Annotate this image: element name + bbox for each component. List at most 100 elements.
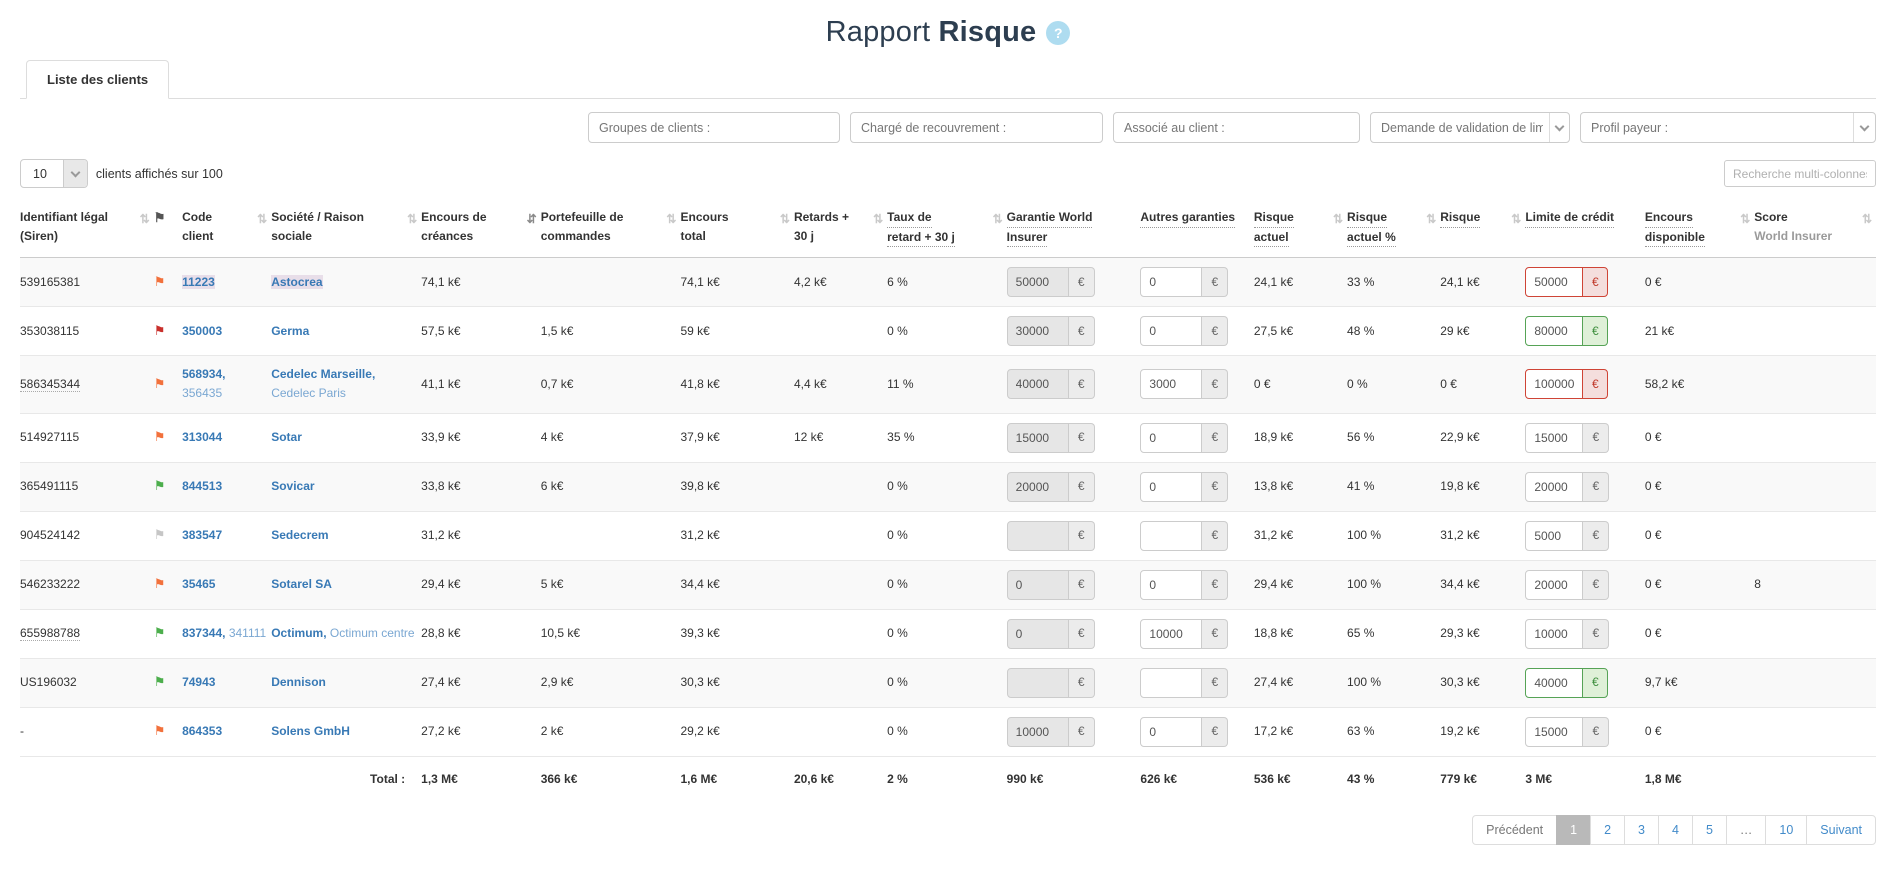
autres-garanties-input[interactable] <box>1140 267 1202 297</box>
limite-credit-input[interactable] <box>1525 316 1583 346</box>
column-header-company[interactable]: Société / Raisonsociale⇅ <box>271 202 421 258</box>
client-code-link[interactable]: 837344, <box>182 626 225 640</box>
cell-retards: 4,2 k€ <box>794 258 887 307</box>
company-link[interactable]: Cedelec Paris <box>271 386 346 400</box>
tab-bar: Liste des clients <box>20 59 1876 99</box>
company-link[interactable]: Solens GmbH <box>271 724 350 738</box>
filter-associe-au-client[interactable]: Associé au client : <box>1113 112 1360 143</box>
column-header-risque-actuel-pct[interactable]: Risqueactuel %⇅ <box>1347 202 1440 258</box>
client-code-link[interactable]: 313044 <box>182 430 222 444</box>
limite-credit-input[interactable] <box>1525 521 1583 551</box>
autres-garanties-input[interactable] <box>1140 423 1202 453</box>
client-code-link[interactable]: 341111 <box>229 626 266 640</box>
cell-retards <box>794 658 887 707</box>
company-link[interactable]: Octimum, <box>271 626 326 640</box>
pagination-previous[interactable]: Précédent <box>1472 815 1557 845</box>
limite-credit-input[interactable] <box>1525 570 1583 600</box>
limite-credit-input[interactable] <box>1525 619 1583 649</box>
client-code-link[interactable]: 568934, <box>182 367 225 381</box>
client-code-link[interactable]: 356435 <box>182 386 222 400</box>
cell-flag: ⚑ <box>154 658 182 707</box>
autres-garanties-input[interactable] <box>1140 316 1202 346</box>
company-link[interactable]: Cedelec Marseille, <box>271 367 375 381</box>
column-header-encours-creances[interactable]: Encours decréances⇵ <box>421 202 541 258</box>
company-link[interactable]: Sedecrem <box>271 528 328 542</box>
company-link[interactable]: Dennison <box>271 675 326 689</box>
sort-icon-portefeuille[interactable]: ⇅ <box>666 210 676 229</box>
pagination-page-2[interactable]: 2 <box>1590 815 1625 845</box>
filter-charge-de-recouvrement[interactable]: Chargé de recouvrement : <box>850 112 1103 143</box>
column-header-encours-total[interactable]: Encourstotal⇅ <box>680 202 793 258</box>
client-code-link[interactable]: 11223 <box>182 275 215 289</box>
sort-icon-encours-total[interactable]: ⇅ <box>780 210 790 229</box>
tab-liste-des-clients[interactable]: Liste des clients <box>26 60 169 99</box>
autres-garanties-input[interactable] <box>1140 369 1202 399</box>
column-header-portefeuille[interactable]: Portefeuille decommandes⇅ <box>541 202 681 258</box>
sort-icon-score[interactable]: ⇅ <box>1862 210 1872 229</box>
sort-icon-code[interactable]: ⇅ <box>257 210 267 229</box>
column-header-code[interactable]: Codeclient⇅ <box>182 202 271 258</box>
sort-icon-encours-disponible[interactable]: ⇅ <box>1740 210 1750 229</box>
limite-credit-input[interactable] <box>1525 668 1583 698</box>
pagination-next[interactable]: Suivant <box>1806 815 1876 845</box>
euro-suffix: € <box>1582 267 1608 297</box>
sort-icon-encours-creances[interactable]: ⇵ <box>527 210 537 229</box>
client-code-link[interactable]: 844513 <box>182 479 222 493</box>
company-link[interactable]: Astocrea <box>271 275 322 289</box>
limite-credit-input[interactable] <box>1525 267 1583 297</box>
help-icon[interactable]: ? <box>1046 21 1070 45</box>
filter-profil-payeur[interactable]: Profil payeur : <box>1580 112 1876 143</box>
limite-credit-input[interactable] <box>1525 472 1583 502</box>
limite-credit-input[interactable] <box>1525 369 1583 399</box>
company-link[interactable]: Sotar <box>271 430 302 444</box>
autres-garanties-input[interactable] <box>1140 668 1202 698</box>
limite-credit-input[interactable] <box>1525 423 1583 453</box>
page-size-select[interactable]: 10 <box>20 159 88 188</box>
total-label: Total : <box>20 756 421 802</box>
pagination-page-4[interactable]: 4 <box>1658 815 1693 845</box>
column-header-encours-disponible[interactable]: Encoursdisponible⇅ <box>1645 202 1754 258</box>
pagination-page-1[interactable]: 1 <box>1556 815 1591 845</box>
pagination-page-10[interactable]: 10 <box>1765 815 1807 845</box>
autres-garanties-input[interactable] <box>1140 472 1202 502</box>
sort-icon-risque[interactable]: ⇅ <box>1511 210 1521 229</box>
client-code-link[interactable]: 383547 <box>182 528 222 542</box>
pagination-page-5[interactable]: 5 <box>1692 815 1727 845</box>
cell-risque-actuel-pct: 48 % <box>1347 307 1440 356</box>
company-link[interactable]: Octimum centre <box>330 626 415 640</box>
autres-garanties-input[interactable] <box>1140 570 1202 600</box>
column-header-risque-actuel[interactable]: Risqueactuel⇅ <box>1254 202 1347 258</box>
cell-autres-garanties: € <box>1140 413 1253 462</box>
sort-icon-retards[interactable]: ⇅ <box>873 210 883 229</box>
limite-credit-input[interactable] <box>1525 717 1583 747</box>
company-link[interactable]: Sovicar <box>271 479 314 493</box>
column-header-taux-retard[interactable]: Taux deretard + 30 j⇅ <box>887 202 1007 258</box>
client-code-link[interactable]: 864353 <box>182 724 222 738</box>
column-header-score[interactable]: ScoreWorld Insurer⇅ <box>1754 202 1876 258</box>
filter-groupes-de-clients[interactable]: Groupes de clients : <box>588 112 840 143</box>
filter-demande-validation-limite[interactable]: Demande de validation de limite <box>1370 112 1570 143</box>
company-link[interactable]: Germa <box>271 324 309 338</box>
cell-autres-garanties: € <box>1140 609 1253 658</box>
client-code-link[interactable]: 350003 <box>182 324 222 338</box>
search-input[interactable] <box>1724 160 1876 187</box>
sort-icon-risque-actuel-pct[interactable]: ⇅ <box>1426 210 1436 229</box>
client-code-link[interactable]: 35465 <box>182 577 215 591</box>
column-header-limite-credit: Limite de crédit <box>1525 202 1645 258</box>
pagination-page-3[interactable]: 3 <box>1624 815 1659 845</box>
autres-garanties-input[interactable] <box>1140 619 1202 649</box>
column-label: World Insurer <box>1754 227 1858 246</box>
autres-garanties-input[interactable] <box>1140 717 1202 747</box>
sort-icon-siren[interactable]: ⇅ <box>140 210 150 229</box>
column-header-risque[interactable]: Risque⇅ <box>1440 202 1525 258</box>
client-code-link[interactable]: 74943 <box>182 675 215 689</box>
sort-icon-company[interactable]: ⇅ <box>407 210 417 229</box>
sort-icon-taux-retard[interactable]: ⇅ <box>993 210 1003 229</box>
cell-company: Sotarel SA <box>271 560 421 609</box>
sort-icon-risque-actuel[interactable]: ⇅ <box>1333 210 1343 229</box>
company-link[interactable]: Sotarel SA <box>271 577 332 591</box>
column-header-siren[interactable]: Identifiant légal(Siren)⇅ <box>20 202 154 258</box>
column-header-retards[interactable]: Retards +30 j⇅ <box>794 202 887 258</box>
siren-value: 655988788 <box>20 626 80 641</box>
autres-garanties-input[interactable] <box>1140 521 1202 551</box>
